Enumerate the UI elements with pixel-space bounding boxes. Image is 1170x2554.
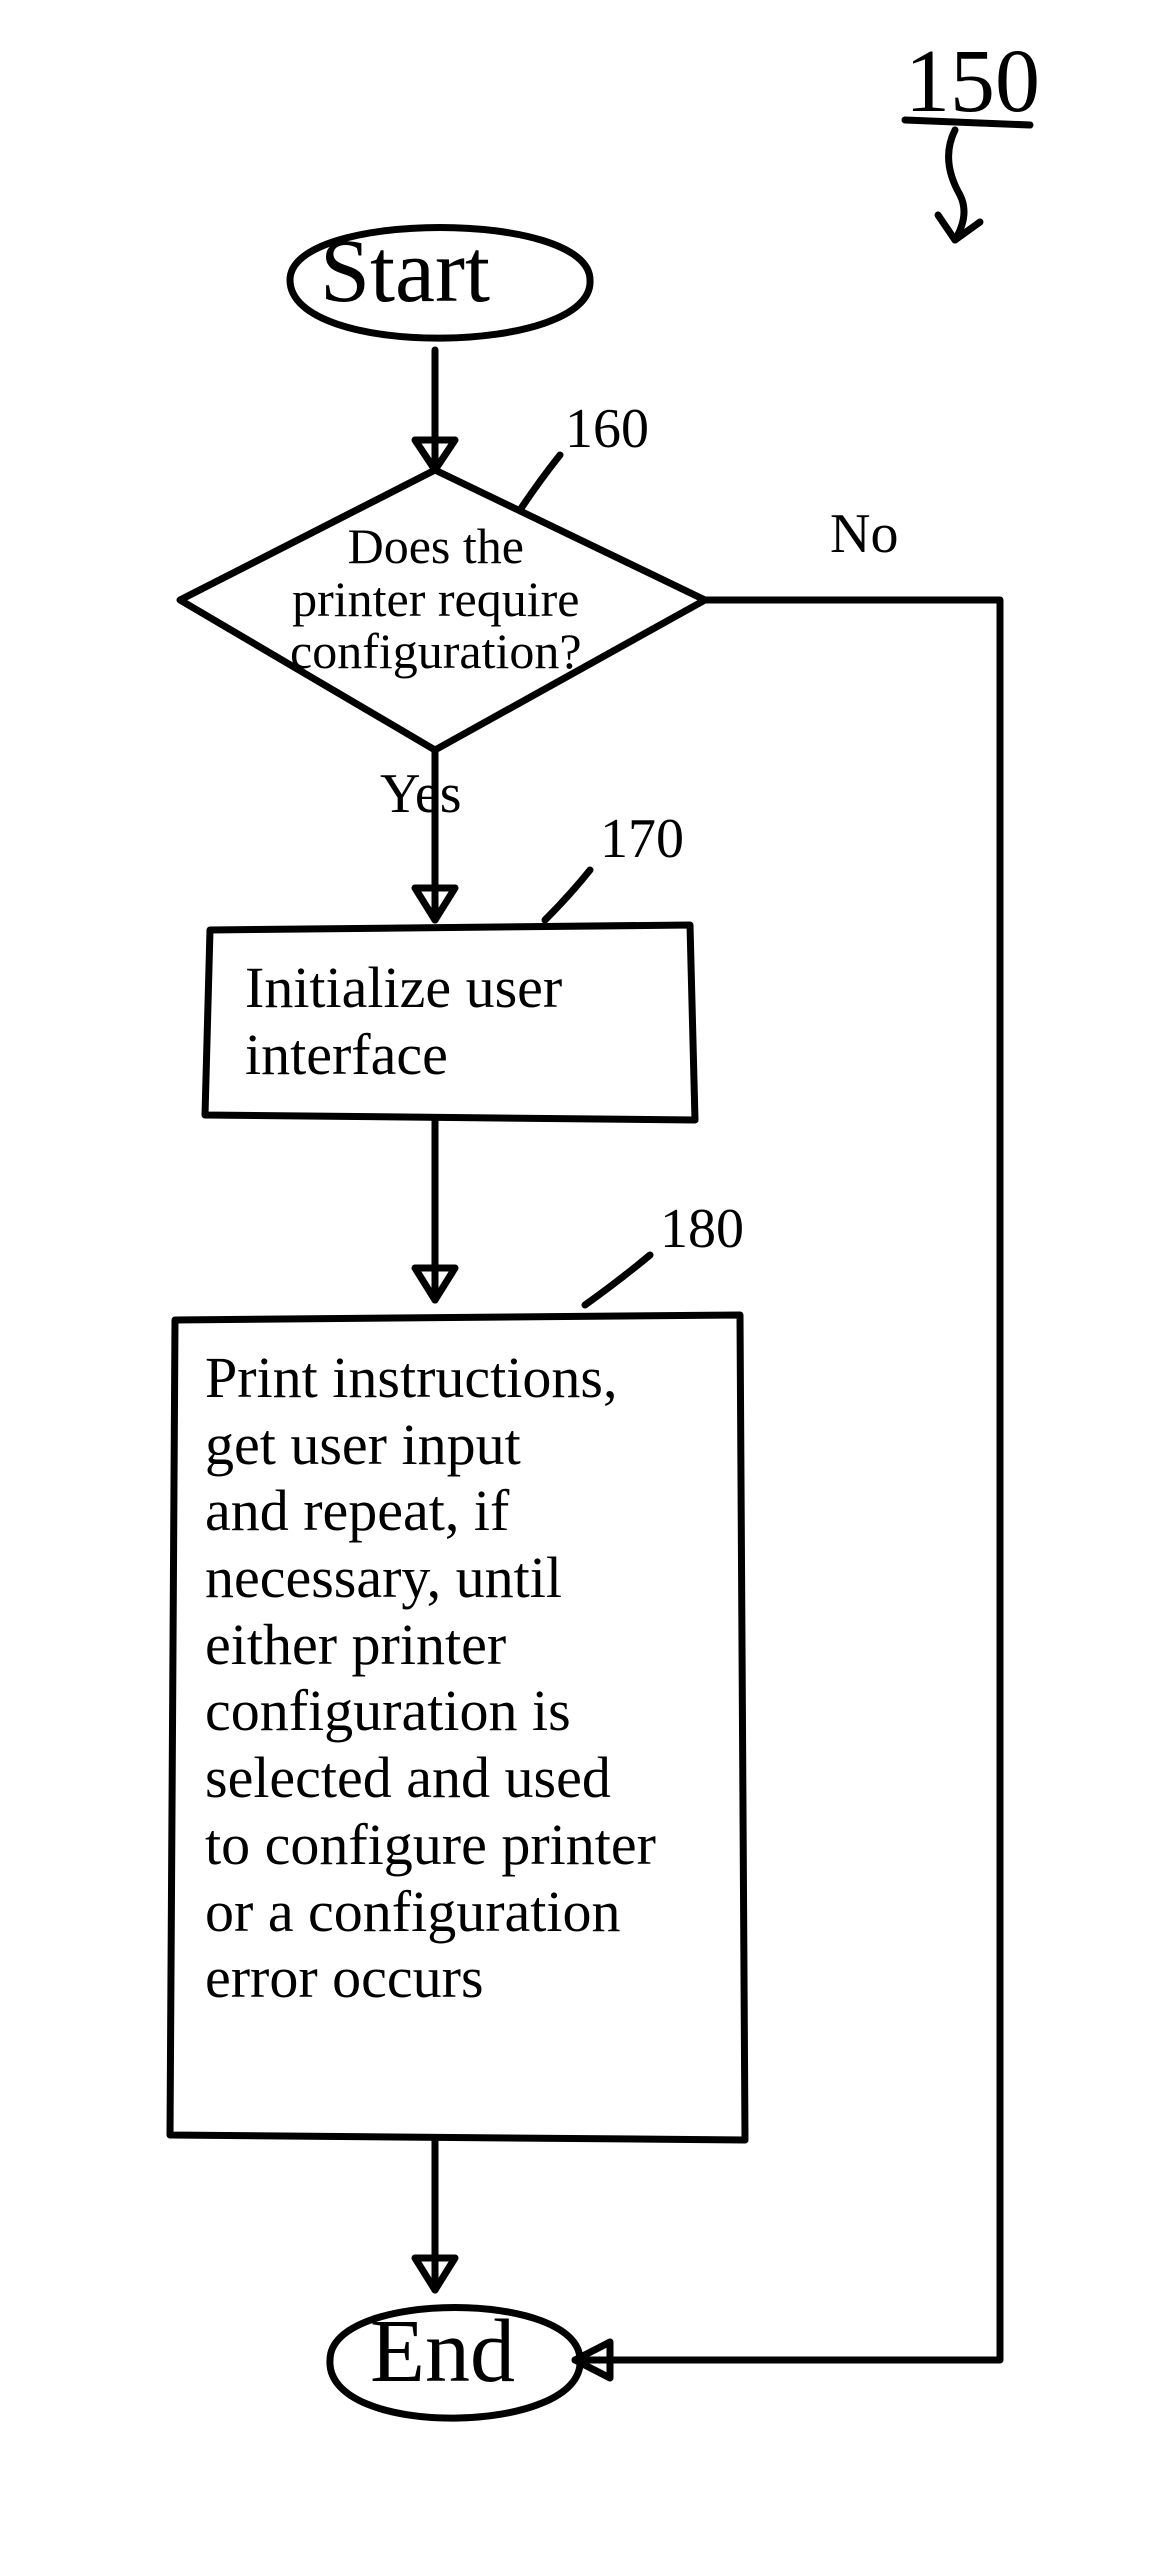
ref-180-label: 180	[660, 1200, 744, 1259]
print-text: Print instructions, get user input and r…	[205, 1345, 656, 2012]
ref-180-leader	[585, 1255, 650, 1305]
figure-ref-arrow-shaft	[949, 130, 964, 240]
decision-text: Does the printer require configuration?	[290, 520, 582, 678]
decision-yes-label: Yes	[380, 765, 461, 824]
flowchart-svg	[0, 0, 1170, 2554]
ref-160-label: 160	[565, 400, 649, 459]
ref-160-leader	[520, 455, 560, 510]
end-label: End	[370, 2305, 515, 2400]
decision-no-label: No	[830, 505, 898, 564]
flowchart-canvas: 150 Start 160 Does the printer require c…	[0, 0, 1170, 2554]
start-label: Start	[320, 225, 490, 320]
figure-ref-label: 150	[905, 35, 1040, 130]
init-text: Initialize user interface	[245, 955, 562, 1088]
ref-170-label: 170	[600, 810, 684, 869]
ref-170-leader	[545, 870, 590, 920]
